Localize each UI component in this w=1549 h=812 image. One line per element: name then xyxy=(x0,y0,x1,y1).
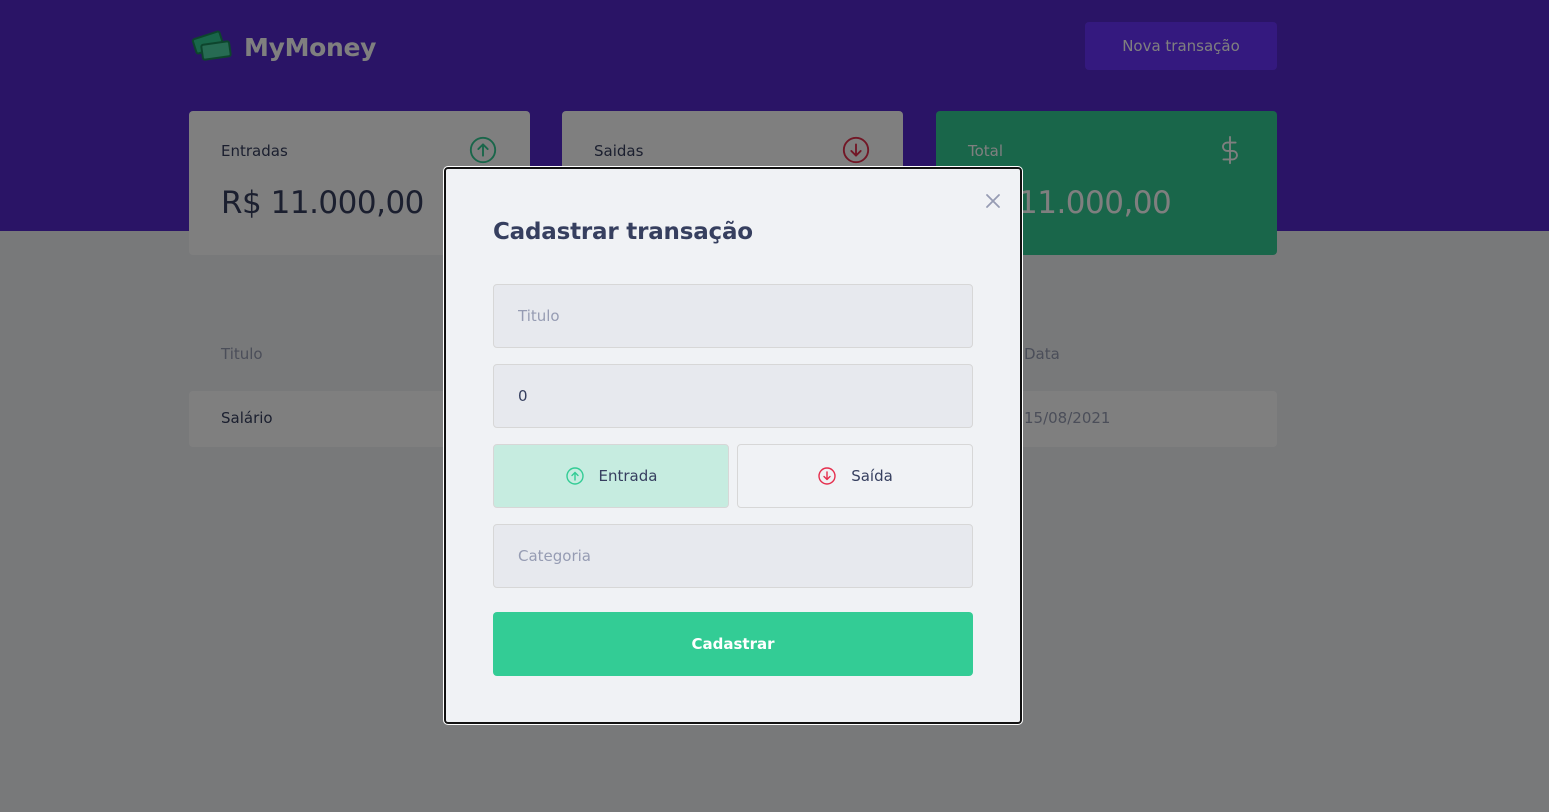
type-outcome-label: Saída xyxy=(851,467,893,485)
arrow-circle-up-icon xyxy=(565,467,584,485)
close-button[interactable] xyxy=(981,189,1005,213)
category-input[interactable] xyxy=(493,524,973,588)
modal-title: Cadastrar transação xyxy=(493,219,753,245)
amount-input[interactable] xyxy=(493,364,973,428)
close-icon xyxy=(986,194,1000,208)
type-outcome-button[interactable]: Saída xyxy=(737,444,973,508)
arrow-circle-down-icon xyxy=(818,467,836,485)
type-income-label: Entrada xyxy=(598,467,658,485)
type-income-button[interactable]: Entrada xyxy=(493,444,729,508)
new-transaction-modal: Cadastrar transação Entrada Saída Cadast… xyxy=(443,166,1023,725)
submit-button[interactable]: Cadastrar xyxy=(493,612,973,676)
title-input[interactable] xyxy=(493,284,973,348)
